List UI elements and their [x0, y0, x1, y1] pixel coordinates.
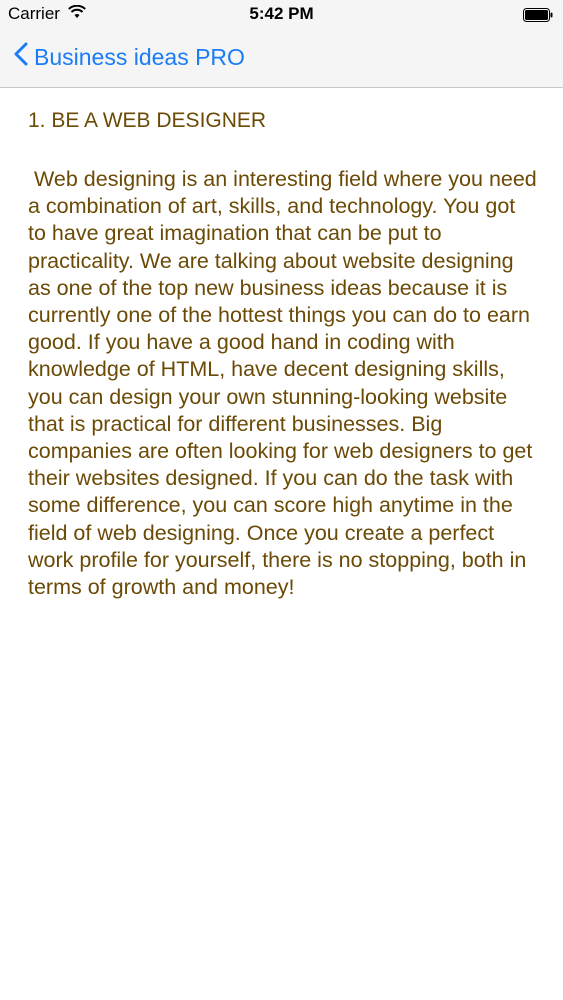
article-content: 1. BE A WEB DESIGNER Web designing is an…: [28, 106, 538, 601]
navigation-bar: Business ideas PRO: [0, 30, 563, 88]
back-button[interactable]: Business ideas PRO: [14, 42, 245, 72]
status-time: 5:42 PM: [249, 4, 314, 23]
chevron-left-icon: [14, 42, 28, 72]
status-bar: Carrier 5:42 PM: [0, 0, 563, 30]
battery-icon: [523, 7, 553, 22]
article-title: 1. BE A WEB DESIGNER: [28, 109, 267, 132]
article-body: Web designing is an interesting field wh…: [28, 167, 543, 600]
back-button-label: Business ideas PRO: [34, 43, 245, 70]
